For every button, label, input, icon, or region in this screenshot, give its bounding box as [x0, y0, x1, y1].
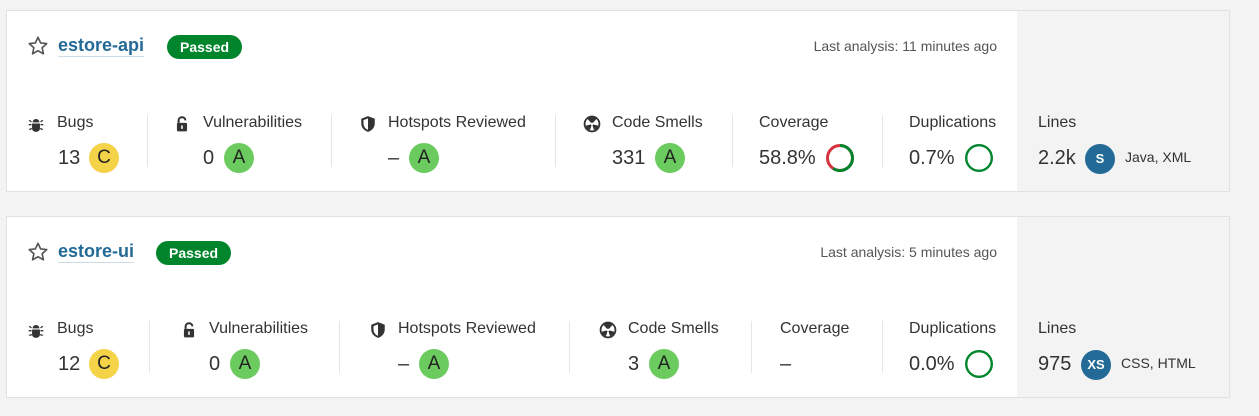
- hotspots-label: Hotspots Reviewed: [388, 114, 526, 131]
- divider: [331, 115, 332, 167]
- size-rating-badge: S: [1085, 144, 1115, 174]
- bug-icon: [28, 324, 44, 338]
- divider: [751, 321, 752, 373]
- vulnerabilities-value[interactable]: 0: [209, 351, 220, 377]
- code-smell-icon: [599, 321, 617, 339]
- hotspots-label: Hotspots Reviewed: [398, 320, 536, 337]
- code-smell-icon: [583, 115, 601, 133]
- lines-label: Lines: [1038, 320, 1077, 337]
- coverage-label: Coverage: [759, 114, 829, 131]
- duplications-label: Duplications: [909, 320, 997, 337]
- duplications-circle-icon: [964, 349, 994, 379]
- vulnerabilities-rating[interactable]: A: [230, 349, 260, 379]
- hotspots-value[interactable]: –: [388, 145, 399, 171]
- lock-icon: [183, 322, 195, 338]
- code-smells-rating[interactable]: A: [655, 143, 685, 173]
- bug-icon: [28, 118, 44, 132]
- project-name-link[interactable]: estore-api: [58, 34, 145, 57]
- languages-text: CSS, HTML: [1121, 355, 1196, 371]
- star-icon[interactable]: [27, 241, 49, 263]
- coverage-value[interactable]: 58.8%: [759, 145, 816, 171]
- code-smells-value[interactable]: 3: [628, 351, 639, 377]
- last-analysis-text: Last analysis: 11 minutes ago: [813, 38, 997, 54]
- coverage-label: Coverage: [780, 320, 850, 337]
- bugs-label: Bugs: [57, 114, 94, 131]
- hotspots-rating[interactable]: A: [409, 143, 439, 173]
- bugs-value[interactable]: 12: [58, 351, 80, 377]
- bugs-rating[interactable]: C: [89, 143, 119, 173]
- bugs-label: Bugs: [57, 320, 94, 337]
- divider: [555, 115, 556, 167]
- lock-icon: [176, 116, 188, 132]
- star-icon[interactable]: [27, 35, 49, 57]
- vulnerabilities-label: Vulnerabilities: [209, 320, 309, 337]
- duplications-label: Duplications: [909, 114, 997, 131]
- coverage-donut-icon: [826, 144, 854, 172]
- divider: [147, 115, 148, 167]
- code-smells-value[interactable]: 331: [612, 145, 645, 171]
- vulnerabilities-value[interactable]: 0: [203, 145, 214, 171]
- bugs-rating[interactable]: C: [89, 349, 119, 379]
- code-smells-label: Code Smells: [612, 114, 703, 131]
- lines-label: Lines: [1038, 114, 1077, 131]
- duplications-value[interactable]: 0.0%: [909, 351, 955, 377]
- quality-gate-badge: Passed: [156, 241, 232, 265]
- divider: [732, 115, 733, 167]
- coverage-value[interactable]: –: [780, 351, 791, 377]
- divider: [569, 321, 570, 373]
- bugs-value[interactable]: 13: [58, 145, 80, 171]
- shield-icon: [361, 116, 375, 132]
- code-smells-rating[interactable]: A: [649, 349, 679, 379]
- quality-gate-badge: Passed: [167, 35, 243, 59]
- hotspots-rating[interactable]: A: [419, 349, 449, 379]
- shield-icon: [371, 322, 385, 338]
- project-name-link[interactable]: estore-ui: [58, 240, 135, 263]
- divider: [339, 321, 340, 373]
- project-card: estore-api Passed Last analysis: 11 minu…: [6, 10, 1230, 192]
- last-analysis-text: Last analysis: 5 minutes ago: [820, 244, 997, 260]
- project-card: estore-ui Passed Last analysis: 5 minute…: [6, 216, 1230, 398]
- duplications-circle-icon: [964, 143, 994, 173]
- duplications-value[interactable]: 0.7%: [909, 145, 955, 171]
- lines-value[interactable]: 2.2k: [1038, 145, 1076, 171]
- code-smells-label: Code Smells: [628, 320, 719, 337]
- divider: [882, 115, 883, 167]
- divider: [149, 321, 150, 373]
- size-rating-badge: XS: [1081, 350, 1111, 380]
- languages-text: Java, XML: [1125, 149, 1192, 165]
- divider: [882, 321, 883, 373]
- lines-value[interactable]: 975: [1038, 351, 1071, 377]
- vulnerabilities-rating[interactable]: A: [224, 143, 254, 173]
- hotspots-value[interactable]: –: [398, 351, 409, 377]
- vulnerabilities-label: Vulnerabilities: [203, 114, 303, 131]
